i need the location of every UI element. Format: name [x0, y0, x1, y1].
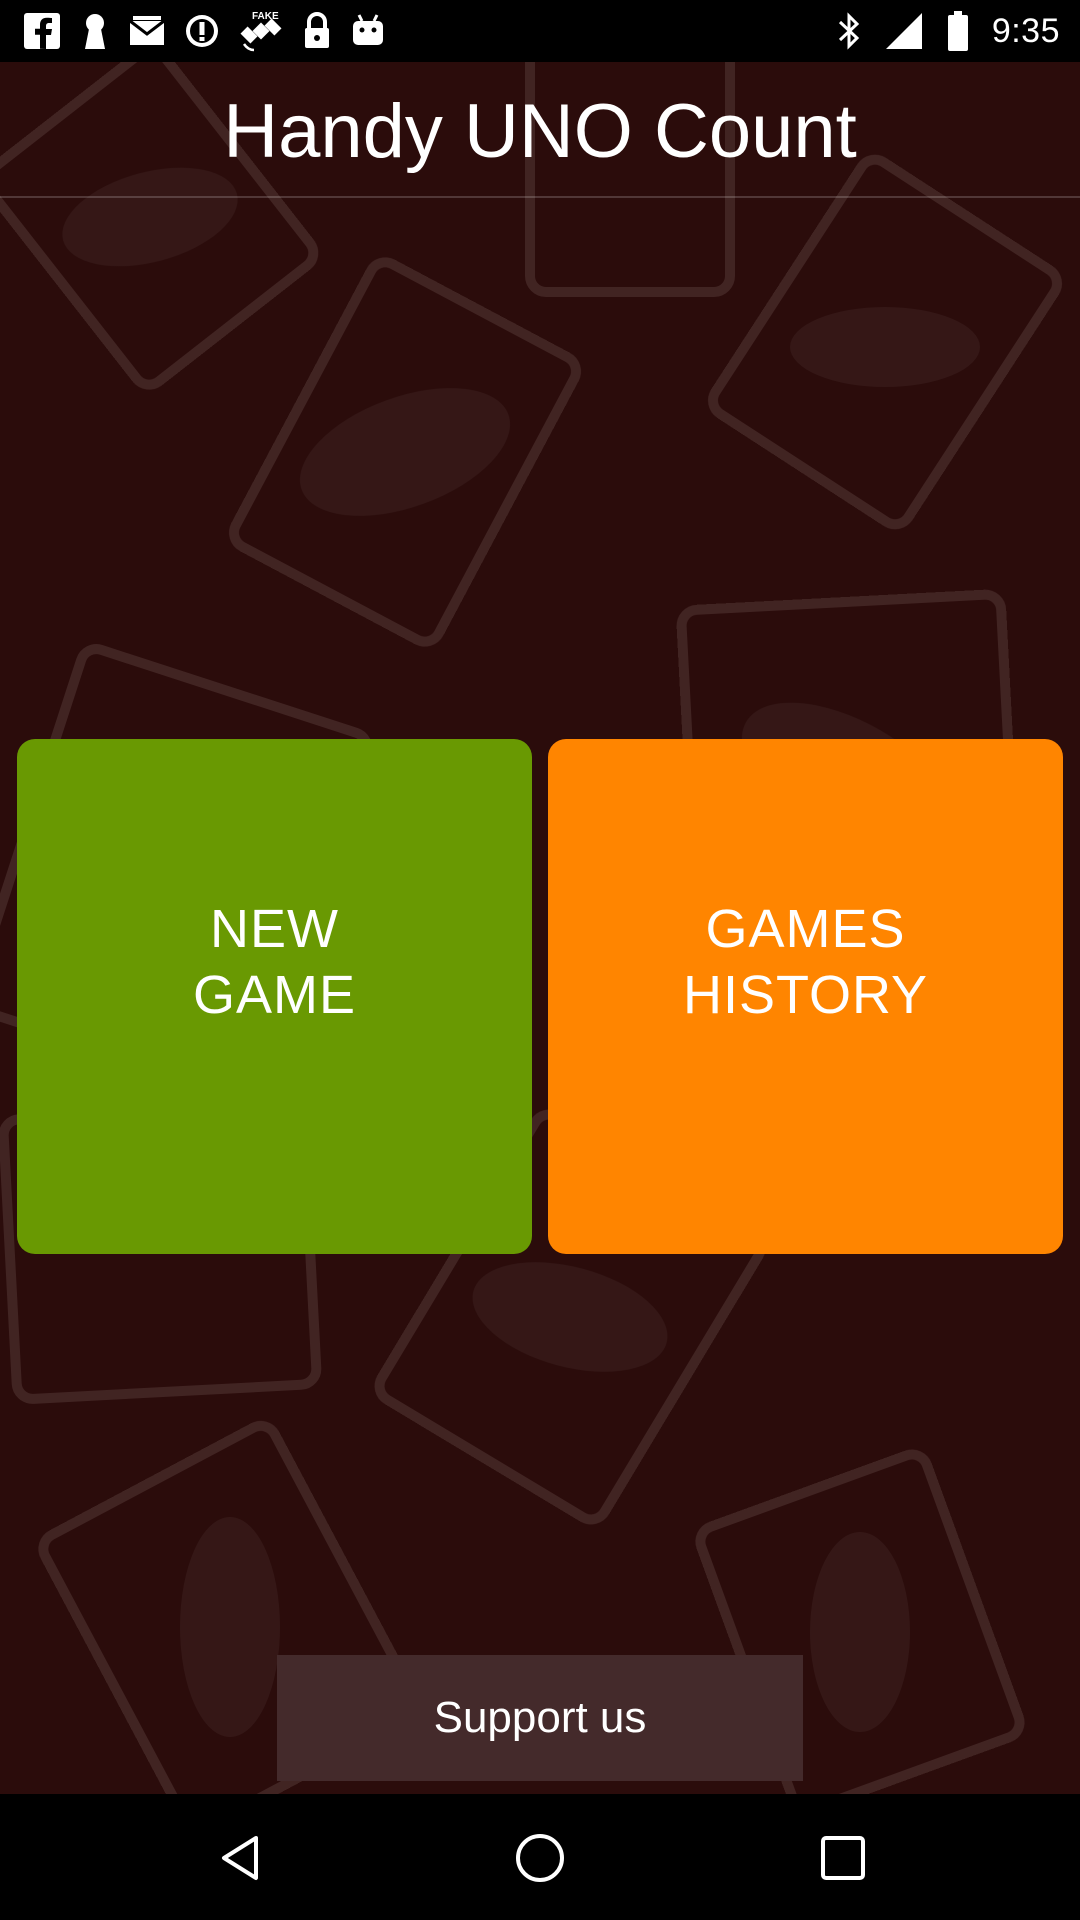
- back-triangle-icon[interactable]: [214, 1832, 266, 1884]
- new-game-button[interactable]: NEW GAME: [17, 739, 532, 1254]
- title-divider: [0, 196, 1080, 198]
- status-icons-right: 9:35: [836, 8, 1060, 54]
- system-nav-bar: [0, 1794, 1080, 1920]
- games-history-label-line1: GAMES: [705, 898, 906, 959]
- svg-text:FAKE: FAKE: [252, 11, 279, 22]
- keyhole-icon: [80, 11, 110, 51]
- facebook-icon: [22, 11, 62, 51]
- games-history-button[interactable]: GAMES HISTORY: [548, 739, 1063, 1254]
- android-icon: [350, 13, 386, 49]
- home-circle-icon[interactable]: [514, 1832, 566, 1884]
- status-time: 9:35: [991, 11, 1060, 50]
- support-us-button[interactable]: Support us: [277, 1655, 803, 1781]
- games-history-label-line2: HISTORY: [682, 964, 929, 1025]
- battery-icon: [946, 10, 970, 52]
- new-game-label-line2: GAME: [192, 964, 357, 1025]
- info-circle-icon: [184, 13, 220, 49]
- games-history-label: GAMES HISTORY: [683, 896, 928, 1028]
- recent-square-icon[interactable]: [817, 1832, 869, 1884]
- status-icons-left: FAKE: [22, 8, 386, 54]
- fake-gps-satellite-icon: FAKE: [238, 8, 284, 54]
- new-game-label-line1: NEW: [210, 898, 339, 959]
- app-screen: Handy UNO Count NEW GAME GAMES HISTORY S…: [0, 62, 1080, 1794]
- support-us-label: Support us: [433, 1693, 647, 1742]
- bluetooth-icon: [836, 11, 862, 51]
- signal-icon: [884, 11, 924, 51]
- mail-icon: [128, 15, 166, 47]
- lock-icon: [302, 11, 332, 51]
- new-game-label: NEW GAME: [193, 896, 356, 1028]
- app-title: Handy UNO Count: [223, 89, 857, 174]
- status-bar: FAKE 9:35: [0, 0, 1080, 62]
